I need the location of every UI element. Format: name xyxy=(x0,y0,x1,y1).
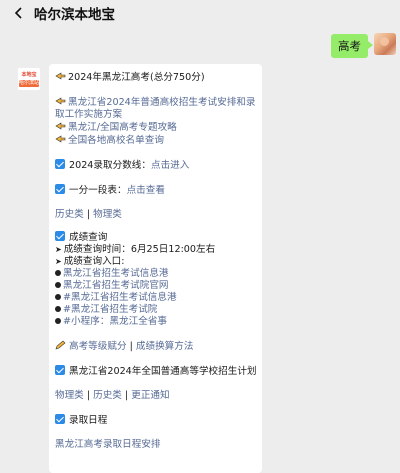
score-query-heading: 成绩查询 xyxy=(69,232,108,243)
schedule-link-row: 黑龙江高考录取日程安排 xyxy=(55,439,256,451)
physics-category-link[interactable]: 物理类 xyxy=(93,209,122,220)
gaokao-guide-link[interactable]: 黑龙江/全国高考专题攻略 xyxy=(68,122,177,133)
college-list-link[interactable]: 全国各地高校名单查询 xyxy=(68,135,164,146)
checkbox-icon xyxy=(55,365,65,375)
plan-physics-link[interactable]: 物理类 xyxy=(55,390,84,401)
cutoff-label: 2024录取分数线： xyxy=(69,160,151,171)
admission-plan-link[interactable]: 黑龙江省2024年普通高校招生考试安排和录取工作实施方案 xyxy=(55,97,256,120)
checkbox-icon xyxy=(55,184,65,194)
separator: | xyxy=(83,390,94,401)
entry-row: #小程序：黑龙江全省事 xyxy=(55,316,256,328)
checkbox-icon xyxy=(55,159,65,169)
entry-row: #黑龙江省招生考试院 xyxy=(55,304,256,316)
pointing-hand-icon xyxy=(55,134,66,144)
plan-history-link[interactable]: 历史类 xyxy=(93,390,122,401)
incoming-message-bubble: 2024年黑龙江高考(总分750分) 黑龙江省2024年普通高校招生考试安排和录… xyxy=(49,64,262,473)
score-table-row: 一分一段表：点击查看 xyxy=(55,184,256,197)
score-query-time: 成绩查询时间：6月25日12:00左右 xyxy=(63,244,216,255)
cutoff-link[interactable]: 点击进入 xyxy=(151,160,189,171)
message-title-row: 2024年黑龙江高考(总分750分) xyxy=(55,71,256,84)
top-link-1-row: 黑龙江省2024年普通高校招生考试安排和录取工作实施方案 xyxy=(55,96,256,121)
grade-assignment-link[interactable]: 高考等级赋分 xyxy=(69,341,127,352)
category-row: 历史类 | 物理类 xyxy=(55,209,256,221)
entry-link[interactable]: 黑龙江省招生考试院官网 xyxy=(63,280,169,291)
back-arrow-icon[interactable] xyxy=(12,6,26,20)
pencil-icon xyxy=(55,340,67,350)
score-query-time-row: ➤ 成绩查询时间：6月25日12:00左右 xyxy=(55,244,256,256)
outgoing-message-row: 高考 xyxy=(331,33,396,58)
score-query-heading-row: 成绩查询 xyxy=(55,231,256,244)
user-avatar[interactable] xyxy=(374,33,396,55)
plan-heading-row: 黑龙江省2024年全国普通高等学校招生计划 xyxy=(55,365,257,378)
separator: | xyxy=(126,341,136,352)
chat-title: 哈尔滨本地宝 xyxy=(34,7,115,23)
entry-row: 黑龙江省招生考试信息港 xyxy=(55,268,256,280)
top-link-2-row: 黑龙江/全国高考专题攻略 xyxy=(55,121,256,134)
pointing-hand-icon xyxy=(55,71,66,81)
score-table-label: 一分一段表： xyxy=(69,185,127,196)
plan-heading: 黑龙江省2024年全国普通高等学校招生计划 xyxy=(69,366,257,377)
entry-link[interactable]: #黑龙江省招生考试信息港 xyxy=(63,292,177,303)
score-query-entry-label: 成绩查询入口: xyxy=(63,256,125,267)
pointing-hand-icon xyxy=(55,121,66,131)
avatar-top-text: 本地宝 xyxy=(21,71,37,78)
entry-link[interactable]: #黑龙江省招生考试院 xyxy=(63,304,157,315)
score-conversion-link[interactable]: 成绩换算方法 xyxy=(136,341,194,352)
top-link-3-row: 全国各地高校名单查询 xyxy=(55,134,256,147)
score-table-link[interactable]: 点击查看 xyxy=(127,185,165,196)
schedule-link[interactable]: 黑龙江高考录取日程安排 xyxy=(55,439,161,450)
outgoing-message-bubble[interactable]: 高考 xyxy=(331,34,373,58)
entry-row: 黑龙江省招生考试院官网 xyxy=(55,280,256,292)
checkbox-icon xyxy=(55,231,65,241)
number-four-icon xyxy=(55,306,61,312)
number-one-icon xyxy=(55,270,61,276)
arrow-right-icon: ➤ xyxy=(55,245,62,254)
entry-row: #黑龙江省招生考试信息港 xyxy=(55,292,256,304)
schedule-heading: 录取日程 xyxy=(69,415,108,426)
pointing-hand-icon xyxy=(55,96,66,106)
number-two-icon xyxy=(55,282,61,288)
cutoff-row: 2024录取分数线：点击进入 xyxy=(55,159,256,172)
account-avatar[interactable]: 本地宝 哈尔滨站 xyxy=(17,67,41,91)
top-bar: 哈尔滨本地宝 xyxy=(0,0,400,26)
avatar-bottom-text: 哈尔滨站 xyxy=(19,79,40,87)
separator: | xyxy=(121,390,132,401)
correction-notice-link[interactable]: 更正通知 xyxy=(131,390,169,401)
schedule-heading-row: 录取日程 xyxy=(55,414,256,427)
plan-links-row: 物理类 | 历史类 | 更正通知 xyxy=(55,390,256,402)
grade-links-row: 高考等级赋分 | 成绩换算方法 xyxy=(55,340,256,353)
message-title: 2024年黑龙江高考(总分750分) xyxy=(68,72,205,83)
score-query-entry-row: ➤ 成绩查询入口: xyxy=(55,256,256,268)
arrow-right-icon: ➤ xyxy=(55,257,62,266)
entry-link[interactable]: 黑龙江省招生考试信息港 xyxy=(63,268,169,279)
number-five-icon xyxy=(55,318,61,324)
separator: | xyxy=(83,209,94,220)
number-three-icon xyxy=(55,294,61,300)
checkbox-icon xyxy=(55,414,65,424)
entry-link[interactable]: #小程序：黑龙江全省事 xyxy=(63,316,167,327)
history-category-link[interactable]: 历史类 xyxy=(55,209,84,220)
